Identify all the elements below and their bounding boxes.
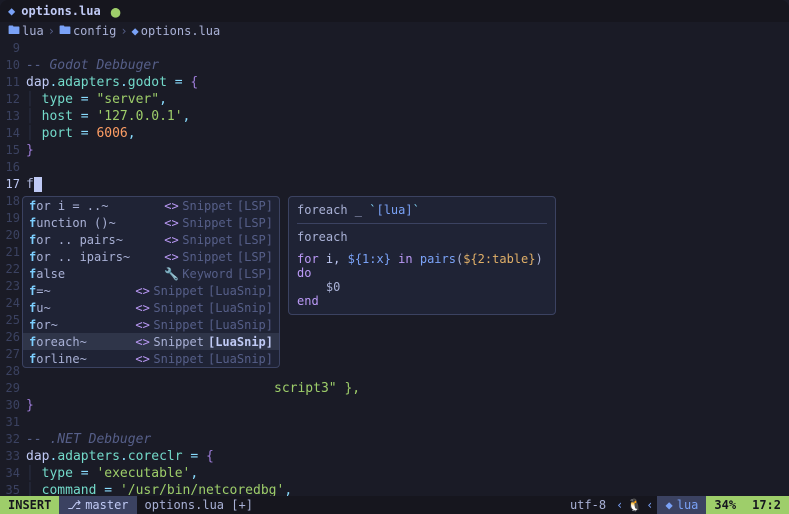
completion-source: [LuaSnip]: [208, 352, 273, 366]
completion-label: forline~: [29, 352, 135, 366]
completion-label: fu~: [29, 301, 135, 315]
lua-icon: ◆: [665, 496, 672, 514]
snippet-icon: <>: [135, 284, 149, 298]
cursor-position: 17:2: [744, 496, 789, 514]
completion-label: foreach~: [29, 335, 135, 349]
completion-kind: Snippet: [153, 318, 204, 332]
titlebar: ◆ options.lua ●: [0, 0, 789, 22]
snippet-icon: <>: [135, 352, 149, 366]
breadcrumb: 🖿 lua › 🖿 config › ◆ options.lua: [0, 22, 789, 40]
completion-source: [LSP]: [237, 233, 273, 247]
snippet-icon: <>: [135, 318, 149, 332]
completion-doc-popup: foreach _ `[lua]` foreach for i, ${1:x} …: [288, 196, 556, 315]
completion-kind: Snippet: [153, 301, 204, 315]
git-branch[interactable]: ⎇ master: [59, 496, 136, 514]
status-filename: options.lua [+]: [137, 498, 261, 512]
completion-kind: Snippet: [153, 284, 204, 298]
chevron-right-icon: ›: [120, 24, 127, 38]
completion-label: for i = ..~: [29, 199, 164, 213]
doc-snippet-line: $0: [297, 280, 547, 294]
cursor-position: f: [26, 177, 34, 192]
breadcrumb-part[interactable]: options.lua: [141, 24, 220, 38]
doc-header: foreach _ `[lua]`: [297, 203, 547, 217]
scroll-percent: 34%: [706, 496, 744, 514]
completion-label: for .. pairs~: [29, 233, 164, 247]
completion-kind: Keyword: [182, 267, 233, 281]
completion-item[interactable]: function ()~<> Snippet [LSP]: [23, 214, 279, 231]
breadcrumb-part[interactable]: lua: [22, 24, 44, 38]
completion-kind: Snippet: [182, 216, 233, 230]
filetype[interactable]: ◆ lua: [657, 496, 706, 514]
completion-label: function ()~: [29, 216, 164, 230]
completion-source: [LuaSnip]: [208, 301, 273, 315]
completion-label: false: [29, 267, 164, 281]
completion-item[interactable]: for .. pairs~<> Snippet [LSP]: [23, 231, 279, 248]
completion-kind: Snippet: [182, 199, 233, 213]
encoding: utf-8: [564, 498, 612, 512]
doc-snippet-line: end: [297, 294, 547, 308]
completion-label: for .. ipairs~: [29, 250, 164, 264]
folder-icon: 🖿: [59, 21, 71, 42]
modified-dot-icon: ●: [111, 2, 121, 21]
doc-title: foreach: [297, 230, 547, 244]
completion-item[interactable]: for~<> Snippet [LuaSnip]: [23, 316, 279, 333]
breadcrumb-part[interactable]: config: [73, 24, 116, 38]
completion-source: [LuaSnip]: [208, 335, 273, 349]
completion-source: [LSP]: [237, 267, 273, 281]
completion-item[interactable]: for .. ipairs~<> Snippet [LSP]: [23, 248, 279, 265]
completion-kind: Snippet: [153, 352, 204, 366]
snippet-icon: <>: [135, 335, 149, 349]
lua-file-icon: ◆: [8, 4, 15, 18]
completion-source: [LSP]: [237, 250, 273, 264]
completion-label: f=~: [29, 284, 135, 298]
linux-icon: 🐧: [627, 498, 642, 512]
completion-popup[interactable]: for i = ..~<>Snippet[LSP]function ()~<>S…: [22, 196, 280, 368]
completion-item[interactable]: for i = ..~<> Snippet [LSP]: [23, 197, 279, 214]
snippet-icon: <>: [164, 199, 178, 213]
completion-item[interactable]: fu~<> Snippet [LuaSnip]: [23, 299, 279, 316]
snippet-icon: <>: [164, 216, 178, 230]
chevron-left-icon: ‹: [646, 498, 653, 512]
snippet-icon: <>: [135, 301, 149, 315]
status-icons: ‹ 🐧 ‹: [612, 498, 657, 512]
completion-item[interactable]: f=~<> Snippet [LuaSnip]: [23, 282, 279, 299]
completion-source: [LuaSnip]: [208, 318, 273, 332]
chevron-left-icon: ‹: [616, 498, 623, 512]
completion-source: [LSP]: [237, 216, 273, 230]
snippet-icon: <>: [164, 233, 178, 247]
completion-kind: Snippet: [182, 233, 233, 247]
editor[interactable]: 9 10-- Godot Debbuger 11dap.adapters.god…: [0, 40, 789, 496]
branch-icon: ⎇: [67, 496, 81, 514]
comment: -- .NET Debbuger: [26, 432, 151, 447]
completion-item[interactable]: forline~<> Snippet [LuaSnip]: [23, 350, 279, 367]
completion-item[interactable]: foreach~<> Snippet [LuaSnip]: [23, 333, 279, 350]
doc-snippet-line: for i, ${1:x} in pairs(${2:table}) do: [297, 252, 547, 280]
title-filename: options.lua: [21, 4, 100, 18]
completion-kind: Snippet: [153, 335, 204, 349]
keyword-icon: 🔧: [164, 267, 178, 281]
completion-source: [LuaSnip]: [208, 284, 273, 298]
lua-file-icon: ◆: [132, 24, 139, 38]
mode-indicator: INSERT: [0, 496, 59, 514]
completion-item[interactable]: false🔧 Keyword [LSP]: [23, 265, 279, 282]
completion-source: [LSP]: [237, 199, 273, 213]
comment: -- Godot Debbuger: [26, 58, 159, 73]
folder-icon: 🖿: [8, 21, 20, 42]
snippet-icon: <>: [164, 250, 178, 264]
completion-label: for~: [29, 318, 135, 332]
statusline: INSERT ⎇ master options.lua [+] utf-8 ‹ …: [0, 496, 789, 514]
completion-kind: Snippet: [182, 250, 233, 264]
chevron-right-icon: ›: [48, 24, 55, 38]
